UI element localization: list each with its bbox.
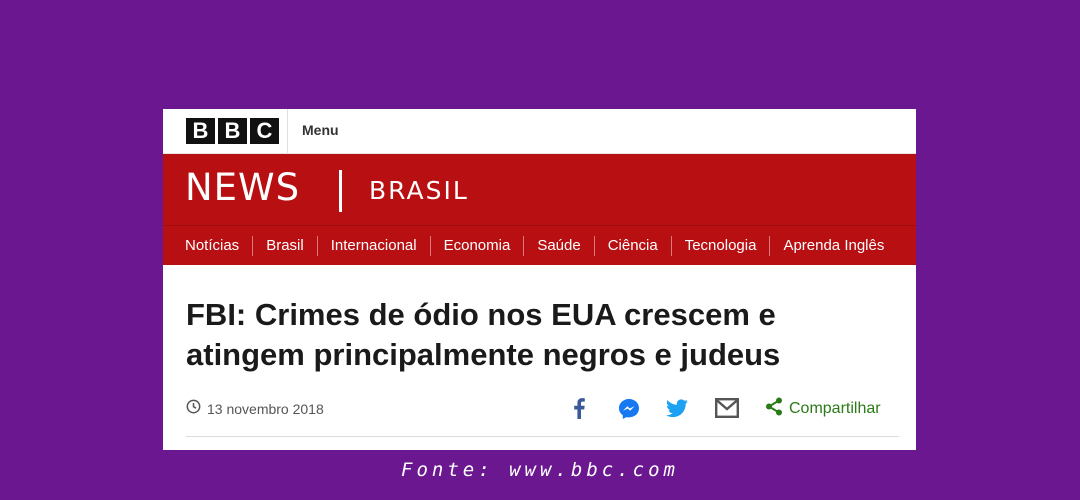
- article-headline: FBI: Crimes de ódio nos EUA crescem e at…: [186, 297, 781, 372]
- edition-brand[interactable]: BRASIL: [369, 176, 469, 205]
- news-brand[interactable]: NEWS: [185, 166, 300, 209]
- brand-separator: [339, 170, 342, 212]
- nav-item-tecnologia[interactable]: Tecnologia: [670, 235, 770, 256]
- topbar-divider: [287, 109, 288, 153]
- clock-icon: [186, 399, 201, 419]
- section-nav: Notícias Brasil Internacional Economia S…: [163, 225, 916, 265]
- masthead: NEWS BRASIL Notícias Brasil Internaciona…: [163, 154, 916, 265]
- nav-item-internacional[interactable]: Internacional: [316, 235, 430, 256]
- date-block: 13 novembro 2018: [186, 399, 324, 419]
- bbc-logo-letter: B: [218, 118, 247, 144]
- messenger-icon[interactable]: [618, 398, 640, 425]
- source-caption: Fonte: www.bbc.com: [401, 459, 679, 481]
- facebook-icon[interactable]: [572, 397, 586, 424]
- top-bar: B B C Menu: [163, 109, 916, 154]
- nav-item-economia[interactable]: Economia: [429, 235, 524, 256]
- share-label: Compartilhar: [789, 400, 881, 417]
- share-button[interactable]: Compartilhar: [765, 397, 881, 421]
- twitter-icon[interactable]: [666, 399, 688, 423]
- email-icon[interactable]: [715, 398, 740, 423]
- article-divider: [186, 436, 899, 437]
- bbc-logo-letter: B: [186, 118, 215, 144]
- publish-date: 13 novembro 2018: [207, 401, 324, 417]
- bbc-logo-letter: C: [250, 118, 279, 144]
- nav-item-brasil[interactable]: Brasil: [252, 235, 317, 256]
- article-meta: 13 novembro 2018 Compartilhar: [186, 397, 886, 421]
- nav-item-saude[interactable]: Saúde: [523, 235, 593, 256]
- nav-item-ciencia[interactable]: Ciência: [593, 235, 671, 256]
- menu-button[interactable]: Menu: [302, 122, 339, 138]
- bbc-logo[interactable]: B B C: [186, 118, 279, 144]
- nav-item-noticias[interactable]: Notícias: [172, 236, 252, 256]
- nav-item-aprenda-ingles[interactable]: Aprenda Inglês: [769, 235, 897, 256]
- share-icon: [765, 397, 783, 421]
